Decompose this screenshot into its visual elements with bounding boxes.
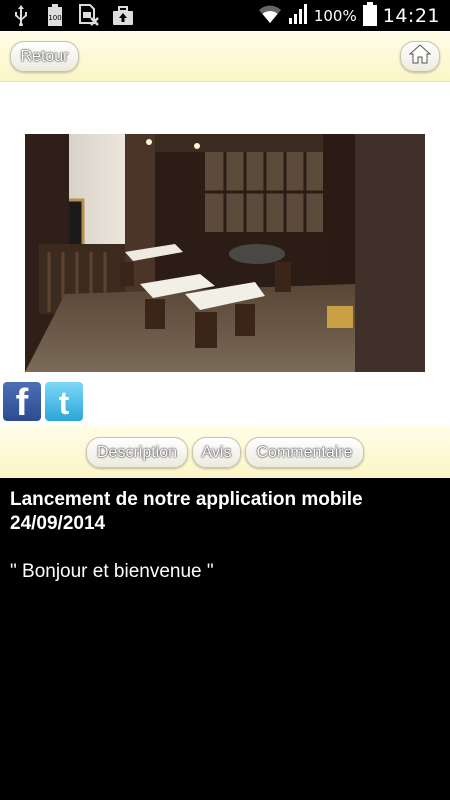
social-share: f t [3,382,83,424]
battery-100-icon: 100 [44,3,66,27]
svg-text:100: 100 [48,14,61,22]
home-icon [408,44,432,69]
back-button[interactable]: Retour [10,41,79,72]
twitter-glyph: t [58,385,70,421]
battery-icon [362,1,377,30]
facebook-glyph: f [15,382,29,424]
signal-icon [288,3,308,28]
notification-icons: 100 [10,3,134,27]
facebook-icon[interactable]: f [3,382,41,424]
main-content: f t [0,82,450,425]
tab-avis[interactable]: Avis [192,437,241,468]
article-date: 24/09/2014 [10,513,106,534]
clock: 14:21 [382,4,440,27]
briefcase-upload-icon [112,3,134,27]
wifi-icon [258,4,282,28]
restaurant-photo [25,134,425,372]
system-icons: 100% 14:21 [258,1,440,30]
tab-description[interactable]: Description [86,437,188,468]
article-body: " Bonjour et bienvenue " [10,561,214,582]
article: Lancement de notre application mobile 24… [0,478,450,800]
article-title: Lancement de notre application mobile [10,489,363,510]
sim-off-icon [78,3,100,27]
battery-percent: 100% [313,6,357,25]
home-button[interactable] [400,41,440,72]
twitter-icon[interactable]: t [45,382,83,421]
header-bar: Retour [0,31,450,82]
tab-bar: Description Avis Commentaire [0,425,450,478]
tab-commentaire[interactable]: Commentaire [245,437,364,468]
usb-icon [10,3,32,27]
status-bar: 100 100% 14:21 [0,0,450,31]
